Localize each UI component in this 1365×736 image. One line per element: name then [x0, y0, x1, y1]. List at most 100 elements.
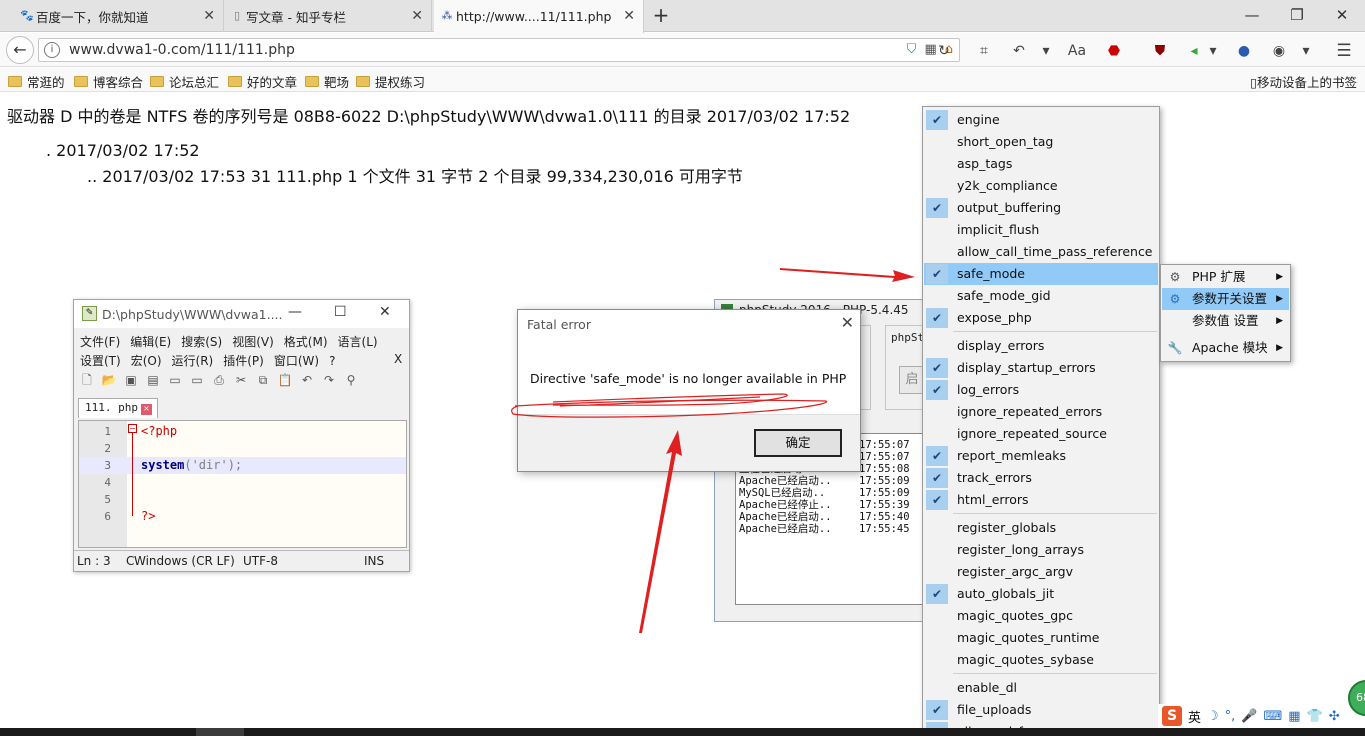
- hamburger-menu-icon[interactable]: ☰: [1334, 41, 1354, 61]
- find-icon[interactable]: ⚲: [342, 371, 360, 389]
- menu-item-register-globals[interactable]: register_globals: [924, 517, 1158, 539]
- tools-icon[interactable]: ✣: [1329, 709, 1340, 724]
- close-icon[interactable]: ✕: [411, 8, 423, 24]
- address-bar[interactable]: i www.dvwa1-0.com/111/111.php ⛉ ▦ ⌂: [38, 38, 960, 62]
- menu-settings[interactable]: 设置(T): [80, 354, 121, 368]
- new-tab-button[interactable]: +: [648, 4, 674, 28]
- reload-icon[interactable]: ↻: [934, 41, 954, 61]
- menu-item-magic-quotes-runtime[interactable]: magic_quotes_runtime: [924, 627, 1158, 649]
- menu-item-y2k-compliance[interactable]: y2k_compliance: [924, 175, 1158, 197]
- menu-item-enable-dl[interactable]: enable_dl: [924, 677, 1158, 699]
- close-window-button[interactable]: ✕: [1327, 4, 1357, 28]
- fold-collapse-icon[interactable]: −: [128, 424, 137, 433]
- menu-item-register-argc-argv[interactable]: register_argc_argv: [924, 561, 1158, 583]
- undo-icon[interactable]: ↶: [1009, 41, 1029, 61]
- bookmark-folder[interactable]: 靶场: [305, 72, 349, 91]
- print-icon[interactable]: ⎙: [210, 371, 228, 389]
- shield-icon[interactable]: ⛉: [907, 42, 917, 57]
- ime-mode[interactable]: 英: [1188, 707, 1201, 726]
- sogou-icon[interactable]: S: [1162, 706, 1182, 726]
- menu-item-display-startup-errors[interactable]: ✔ display_startup_errors: [924, 357, 1158, 379]
- close-file-icon[interactable]: ▭: [166, 371, 184, 389]
- mobile-bookmarks[interactable]: ▯移动设备上的书签: [1250, 72, 1357, 91]
- menu-help[interactable]: ?: [329, 354, 335, 368]
- paste-icon[interactable]: 📋: [276, 371, 294, 389]
- menu-language[interactable]: 语言(L): [338, 335, 378, 349]
- tab-baidu[interactable]: 🐾 百度一下，你就知道 ✕: [14, 0, 224, 32]
- moon-icon[interactable]: ☽: [1207, 709, 1219, 724]
- menu-item-file-uploads[interactable]: ✔ file_uploads: [924, 699, 1158, 721]
- sound-icon[interactable]: ◂: [1184, 41, 1204, 61]
- menu-item-safe-mode-gid[interactable]: safe_mode_gid: [924, 285, 1158, 307]
- reader-icon[interactable]: Aa: [1067, 41, 1087, 61]
- submenu-switch-settings[interactable]: ⚙ 参数开关设置 ▶: [1162, 288, 1289, 310]
- notepad-titlebar[interactable]: ✎ D:\phpStudy\WWW\dvwa1.... — ☐ ✕: [74, 300, 409, 328]
- menu-item-short-open-tag[interactable]: short_open_tag: [924, 131, 1158, 153]
- menu-item-expose-php[interactable]: ✔ expose_php: [924, 307, 1158, 329]
- submenu-value-settings[interactable]: 参数值 设置 ▶: [1162, 310, 1289, 332]
- back-arrow-icon[interactable]: ←: [6, 36, 34, 64]
- menu-format[interactable]: 格式(M): [284, 335, 328, 349]
- menu-file[interactable]: 文件(F): [80, 335, 120, 349]
- menu-window[interactable]: 窗口(W): [274, 354, 319, 368]
- taskbar-item[interactable]: [196, 728, 244, 736]
- menu-item-implicit-flush[interactable]: implicit_flush: [924, 219, 1158, 241]
- url-text[interactable]: www.dvwa1-0.com/111/111.php: [69, 42, 295, 58]
- menu-item-engine[interactable]: ✔ engine: [924, 109, 1158, 131]
- punctuation-icon[interactable]: °,: [1225, 709, 1236, 724]
- mask-icon[interactable]: ◉: [1269, 41, 1289, 61]
- keyboard-icon[interactable]: ⌨: [1264, 709, 1283, 724]
- save-icon[interactable]: ▣: [122, 371, 140, 389]
- sync-icon[interactable]: ●: [1234, 41, 1254, 61]
- minimize-button[interactable]: —: [288, 304, 302, 320]
- menu-close-doc[interactable]: X: [394, 352, 402, 366]
- open-file-icon[interactable]: 📂: [100, 371, 118, 389]
- menu-item-allow-call-time-pass-reference[interactable]: allow_call_time_pass_reference: [924, 241, 1158, 263]
- notepad-window[interactable]: ✎ D:\phpStudy\WWW\dvwa1.... — ☐ ✕ 文件(F) 编…: [73, 299, 410, 572]
- grid-icon[interactable]: ▦: [1288, 709, 1300, 724]
- redo-icon[interactable]: ↷: [320, 371, 338, 389]
- close-icon[interactable]: ✕: [140, 404, 152, 415]
- close-icon[interactable]: ✕: [841, 313, 854, 332]
- file-tab[interactable]: 111. php ✕: [78, 398, 158, 418]
- copy-icon[interactable]: ⧉: [254, 371, 272, 389]
- close-button[interactable]: ✕: [379, 304, 391, 320]
- bookmark-folder[interactable]: 博客综合: [74, 72, 143, 91]
- code-editor[interactable]: 1 <?php 2 3 system('dir'); 4 5 6 ?> −: [78, 420, 407, 548]
- menu-item-auto-globals-jit[interactable]: ✔ auto_globals_jit: [924, 583, 1158, 605]
- chevron-down-icon[interactable]: ▾: [1203, 41, 1223, 61]
- chevron-down-icon[interactable]: ▾: [1296, 41, 1316, 61]
- maximize-button[interactable]: ☐: [334, 304, 347, 320]
- menu-item-magic-quotes-sybase[interactable]: magic_quotes_sybase: [924, 649, 1158, 671]
- bookmark-folder[interactable]: 常逛的: [8, 72, 65, 91]
- menu-item-display-errors[interactable]: display_errors: [924, 335, 1158, 357]
- menu-item-register-long-arrays[interactable]: register_long_arrays: [924, 539, 1158, 561]
- bookmark-folder[interactable]: 论坛总汇: [150, 72, 219, 91]
- mic-icon[interactable]: 🎤: [1241, 709, 1257, 724]
- chevron-down-icon[interactable]: ▾: [1036, 41, 1056, 61]
- ublock-icon[interactable]: ⛊: [1150, 41, 1170, 61]
- menu-edit[interactable]: 编辑(E): [130, 335, 171, 349]
- minimize-button[interactable]: —: [1237, 4, 1267, 28]
- menu-item-report-memleaks[interactable]: ✔ report_memleaks: [924, 445, 1158, 467]
- bookmark-folder[interactable]: 好的文章: [228, 72, 297, 91]
- menu-item-log-errors[interactable]: ✔ log_errors: [924, 379, 1158, 401]
- menu-item-output-buffering[interactable]: ✔ output_buffering: [924, 197, 1158, 219]
- menu-item-ignore-repeated-source[interactable]: ignore_repeated_source: [924, 423, 1158, 445]
- maximize-button[interactable]: ❐: [1282, 4, 1312, 28]
- menu-item-html-errors[interactable]: ✔ html_errors: [924, 489, 1158, 511]
- menu-item-ignore-repeated-errors[interactable]: ignore_repeated_errors: [924, 401, 1158, 423]
- menu-item-magic-quotes-gpc[interactable]: magic_quotes_gpc: [924, 605, 1158, 627]
- bookmark-folder[interactable]: 提权练习: [356, 72, 425, 91]
- new-file-icon[interactable]: 🗋: [78, 371, 96, 389]
- menu-item-asp-tags[interactable]: asp_tags: [924, 153, 1158, 175]
- crop-icon[interactable]: ⌗: [974, 41, 994, 61]
- fatal-error-dialog[interactable]: Fatal error ✕ Directive 'safe_mode' is n…: [517, 309, 861, 472]
- close-icon[interactable]: ✕: [203, 8, 215, 24]
- menu-macro[interactable]: 宏(O): [131, 354, 162, 368]
- save-all-icon[interactable]: ▤: [144, 371, 162, 389]
- menu-run[interactable]: 运行(R): [172, 354, 214, 368]
- submenu-apache-modules[interactable]: 🔧 Apache 模块 ▶: [1162, 337, 1289, 359]
- info-icon[interactable]: i: [44, 42, 60, 58]
- menu-view[interactable]: 视图(V): [232, 335, 274, 349]
